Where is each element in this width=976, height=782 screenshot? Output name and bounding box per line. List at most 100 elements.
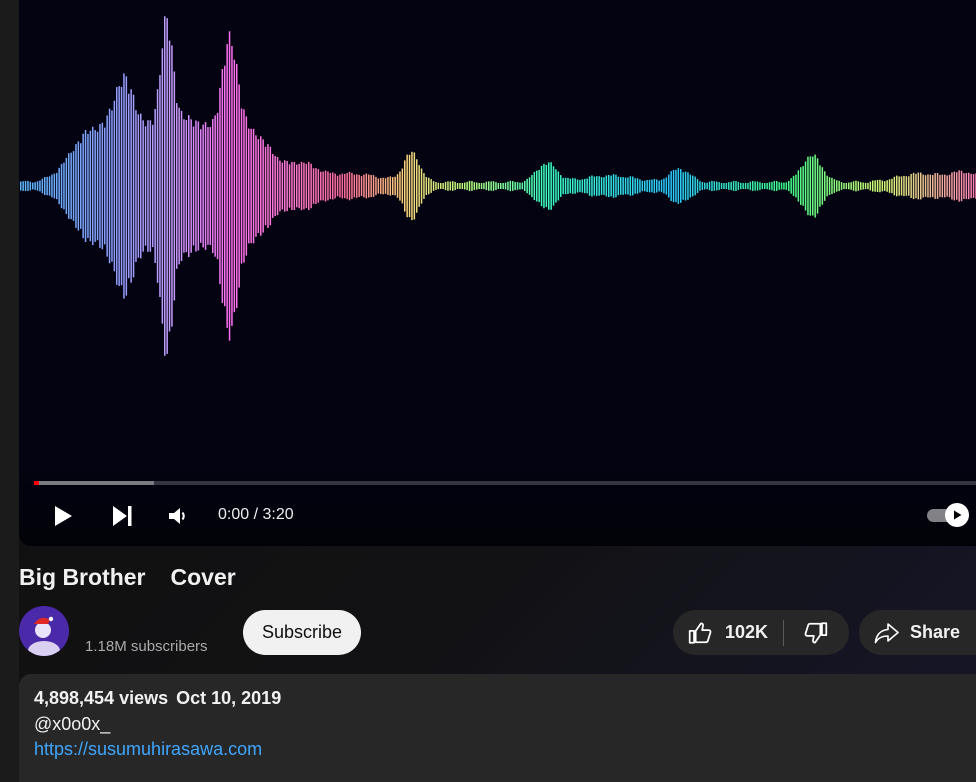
waveform-bar (668, 174, 670, 198)
waveform-bar (778, 182, 780, 190)
waveform-bar (41, 178, 44, 194)
waveform-bar (142, 120, 144, 252)
waveform-bar (80, 143, 82, 229)
waveform-bar (591, 175, 593, 197)
waveform-bar (567, 177, 569, 194)
waveform-bar (452, 181, 454, 191)
waveform-bar (536, 170, 538, 202)
like-button[interactable]: 102K (673, 610, 783, 655)
waveform-bar (34, 182, 36, 190)
waveform-bar (884, 181, 886, 191)
waveform-bar (694, 176, 696, 196)
waveform-bar (471, 181, 473, 191)
waveform-bar (341, 173, 344, 199)
waveform-bar (425, 177, 428, 195)
channel-avatar[interactable] (19, 606, 69, 656)
waveform-bar (792, 175, 795, 196)
next-button[interactable] (106, 500, 138, 532)
waveform-bar (886, 180, 888, 192)
waveform-bar (540, 165, 543, 207)
waveform-bar (168, 40, 171, 332)
waveform-bar (699, 181, 701, 191)
waveform-bar (413, 152, 416, 220)
share-button[interactable]: Share (859, 610, 976, 655)
waveform-bar (202, 124, 204, 248)
waveform-bar (87, 134, 89, 238)
waveform-bar (670, 171, 672, 201)
waveform-bar (224, 65, 226, 307)
waveform-bar (744, 183, 747, 189)
waveform-bar (116, 87, 118, 285)
waveform-bar (269, 146, 272, 226)
waveform-bar (63, 162, 65, 210)
waveform-bar (855, 180, 857, 192)
next-icon (113, 506, 132, 526)
waveform-bar (468, 180, 471, 192)
waveform-bar (864, 182, 867, 190)
waveform-bar (351, 172, 353, 200)
waveform-bar (106, 115, 108, 257)
waveform-bar (922, 174, 924, 198)
waveform-bar (240, 108, 243, 264)
waveform-bar (735, 181, 737, 191)
waveform-bar (461, 183, 464, 189)
waveform-bar (406, 154, 408, 218)
waveform-bar (857, 181, 860, 191)
avatar-icon (19, 606, 69, 656)
waveform-bar (252, 128, 255, 244)
waveform-bar (123, 73, 125, 299)
volume-button[interactable] (162, 500, 194, 532)
waveform-bar (912, 172, 915, 200)
dislike-button[interactable] (784, 610, 848, 655)
waveform-bar (603, 177, 605, 195)
waveform-bar (624, 177, 627, 195)
waveform-bar (608, 175, 610, 198)
waveform-bar (120, 86, 123, 286)
waveform-bar (521, 182, 524, 190)
waveform-bar (466, 181, 468, 190)
waveform-bar (226, 44, 228, 328)
waveform-bar (209, 127, 212, 245)
waveform-bar (144, 126, 147, 246)
waveform-bar (696, 179, 699, 193)
waveform-bar (560, 175, 562, 197)
waveform-bar (394, 176, 396, 196)
volume-icon (169, 508, 185, 524)
waveform-bar (248, 128, 250, 244)
waveform-bar (317, 169, 320, 203)
waveform-bar (197, 121, 200, 251)
video-player[interactable]: 0:00 / 3:20 (19, 0, 976, 546)
waveform-bar (747, 183, 749, 190)
waveform-bar (509, 180, 512, 192)
waveform-bar (538, 170, 540, 203)
play-button[interactable] (46, 500, 78, 532)
waveform-bar (375, 176, 377, 196)
waveform-bar (653, 179, 656, 194)
thumbs-down-icon (804, 621, 828, 643)
waveform-bar (104, 127, 106, 245)
autoplay-toggle-icon (954, 510, 962, 520)
waveform-bar (646, 180, 648, 192)
waveform-bar (353, 174, 356, 198)
waveform-bar (228, 31, 231, 341)
waveform-bar (152, 124, 154, 248)
waveform-bar (826, 175, 828, 197)
autoplay-toggle[interactable] (926, 503, 970, 527)
subscribe-button[interactable]: Subscribe (243, 610, 361, 655)
waveform-bar (192, 126, 195, 246)
waveform-bar (399, 171, 401, 201)
waveform-bar (408, 154, 411, 218)
waveform-bar (898, 176, 900, 196)
description-box[interactable]: 4,898,454 views Oct 10, 2019 @x0o0x_ http… (19, 674, 976, 782)
description-link[interactable]: https://susumuhirasawa.com (34, 739, 262, 760)
waveform-bar (89, 130, 92, 242)
video-title: Big Brother Cover (19, 564, 236, 591)
waveform-bar (200, 129, 202, 243)
waveform-bar (843, 183, 845, 189)
waveform-bar (245, 116, 248, 256)
waveform-bar (60, 163, 63, 209)
progress-bar[interactable] (34, 481, 976, 485)
waveform-bar (250, 128, 252, 244)
waveform-bar (32, 182, 34, 190)
waveform-bar (490, 181, 492, 191)
